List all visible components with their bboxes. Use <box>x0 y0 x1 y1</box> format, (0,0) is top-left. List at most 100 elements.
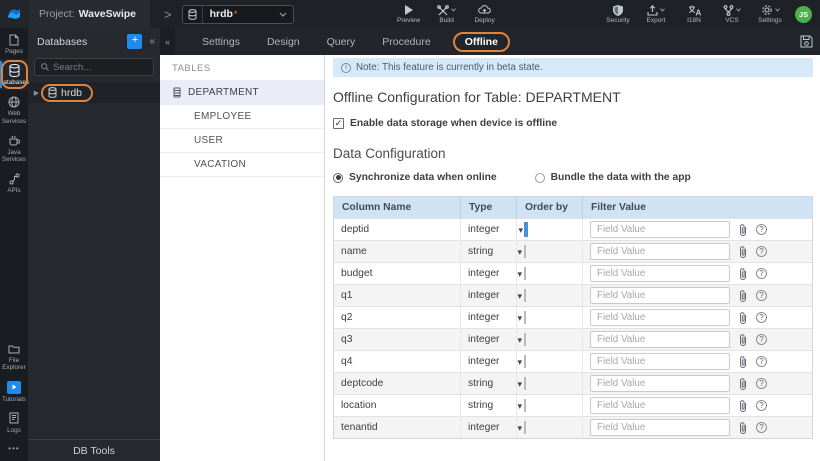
help-icon[interactable]: ? <box>756 312 767 323</box>
tab-query[interactable]: Query <box>327 36 356 48</box>
chevron-down-icon: ▾ <box>517 401 522 411</box>
bind-property-icon[interactable] <box>738 311 748 324</box>
bind-property-icon[interactable] <box>738 289 748 302</box>
column-type-cell: integer <box>460 328 517 351</box>
order-by-select[interactable]: ▾ <box>518 222 528 237</box>
tab-bar: « Settings Design Query Procedure Offlin… <box>160 28 820 55</box>
database-selector-dropdown[interactable]: hrdb * <box>181 4 294 24</box>
hrdb-annotation-highlight: hrdb <box>41 83 94 102</box>
order-by-select[interactable]: ▾ <box>517 245 526 258</box>
sidebar-item-apis[interactable]: APIs <box>0 167 28 198</box>
order-by-select[interactable]: ▾ <box>517 267 526 280</box>
order-by-select[interactable]: ▾ <box>517 311 526 324</box>
filter-value-input[interactable] <box>590 309 730 326</box>
sidebar-more-button[interactable]: ••• <box>0 438 28 461</box>
table-name: EMPLOYEE <box>194 111 252 122</box>
filter-value-input[interactable] <box>590 397 730 414</box>
branch-icon <box>723 4 734 16</box>
sidebar-item-web-services[interactable]: Web Services <box>0 90 28 128</box>
save-button[interactable] <box>800 35 813 48</box>
collapse-tables-panel-icon[interactable]: « <box>160 28 175 55</box>
radio-option-synchronize[interactable]: Synchronize data when online <box>333 172 497 183</box>
build-button[interactable]: Build <box>432 4 462 24</box>
collapse-panel-icon[interactable]: « <box>149 36 155 47</box>
chevron-down-icon: ▾ <box>517 313 522 323</box>
order-by-select[interactable]: ▾ <box>517 289 526 302</box>
topbar-left-actions: Preview Build Deploy <box>390 4 504 24</box>
column-name-cell: q2 <box>333 306 461 329</box>
help-icon[interactable]: ? <box>756 268 767 279</box>
beta-note-banner: i Note: This feature is currently in bet… <box>333 58 813 77</box>
help-icon[interactable]: ? <box>756 224 767 235</box>
bind-property-icon[interactable] <box>738 267 748 280</box>
help-icon[interactable]: ? <box>756 334 767 345</box>
i18n-button[interactable]: A I18N <box>679 4 709 24</box>
sidebar-item-pages[interactable]: Pages <box>0 28 28 59</box>
filter-value-input[interactable] <box>590 243 730 260</box>
sidebar-item-file-explorer[interactable]: File Explorer <box>0 337 28 375</box>
filter-value-input[interactable] <box>590 265 730 282</box>
deploy-button[interactable]: Deploy <box>470 4 500 24</box>
bind-property-icon[interactable] <box>738 245 748 258</box>
user-avatar[interactable]: JS <box>795 5 812 23</box>
order-by-select[interactable]: ▾ <box>517 355 526 368</box>
sidebar-item-tutorials[interactable]: Tutorials <box>0 376 28 407</box>
security-button[interactable]: Security <box>603 4 633 24</box>
sidebar-item-logs[interactable]: Logs <box>0 407 28 438</box>
enable-offline-checkbox[interactable]: ✓ <box>333 118 344 129</box>
filter-value-input[interactable] <box>590 331 730 348</box>
globe-icon <box>8 95 20 108</box>
help-icon[interactable]: ? <box>756 356 767 367</box>
databases-panel-title: Databases <box>37 35 88 48</box>
vcs-button[interactable]: VCS <box>717 4 747 24</box>
filter-value-input[interactable] <box>590 419 730 436</box>
order-by-select[interactable]: ▾ <box>517 421 526 434</box>
build-tools-icon <box>437 4 449 15</box>
bind-property-icon[interactable] <box>738 223 748 236</box>
cloud-upload-icon <box>478 4 491 16</box>
filter-value-input[interactable] <box>590 353 730 370</box>
help-icon[interactable]: ? <box>756 290 767 301</box>
radio-option-bundle[interactable]: Bundle the data with the app <box>534 172 691 183</box>
bind-property-icon[interactable] <box>738 421 748 434</box>
bind-property-icon[interactable] <box>738 377 748 390</box>
order-by-select[interactable]: ▾ <box>517 377 526 390</box>
tab-offline[interactable]: Offline <box>452 31 510 52</box>
order-by-select[interactable]: ▾ <box>517 399 526 412</box>
table-icon <box>173 87 181 98</box>
table-row: budget integer ▾ Field Value ? <box>333 262 813 285</box>
bind-property-icon[interactable] <box>738 355 748 368</box>
preview-button[interactable]: Preview <box>394 4 424 24</box>
add-database-button[interactable]: + <box>127 34 143 49</box>
bind-property-icon[interactable] <box>738 333 748 346</box>
filter-value-input[interactable] <box>590 221 730 238</box>
settings-button[interactable]: Settings <box>755 4 785 24</box>
sidebar-item-java-services[interactable]: Java Services <box>0 129 28 167</box>
table-item-vacation[interactable]: VACATION <box>160 153 324 177</box>
coffee-cup-icon <box>8 134 20 147</box>
order-by-select[interactable]: ▾ <box>517 333 526 346</box>
database-tree-item-hrdb[interactable]: ▶ hrdb <box>28 82 160 103</box>
search-input[interactable] <box>53 61 143 73</box>
tab-procedure[interactable]: Procedure <box>382 36 430 48</box>
filter-value-input[interactable] <box>590 287 730 304</box>
help-icon[interactable]: ? <box>756 422 767 433</box>
export-button[interactable]: Export <box>641 4 671 24</box>
table-name: VACATION <box>194 159 247 170</box>
logo-icon <box>8 9 20 19</box>
tab-settings[interactable]: Settings <box>202 36 240 48</box>
sidebar-item-databases[interactable]: Databases <box>0 59 29 91</box>
tab-design[interactable]: Design <box>267 36 300 48</box>
table-item-user[interactable]: USER <box>160 129 324 153</box>
table-item-department[interactable]: DEPARTMENT <box>160 81 324 105</box>
db-tools-button[interactable]: DB Tools <box>28 439 160 461</box>
bind-property-icon[interactable] <box>738 399 748 412</box>
help-icon[interactable]: ? <box>756 378 767 389</box>
help-icon[interactable]: ? <box>756 400 767 411</box>
wavemaker-logo[interactable] <box>0 0 28 28</box>
table-row: deptcode string ▾ Field Value ? <box>333 372 813 395</box>
expand-caret-icon[interactable]: ▶ <box>32 89 41 97</box>
table-item-employee[interactable]: EMPLOYEE <box>160 105 324 129</box>
help-icon[interactable]: ? <box>756 246 767 257</box>
filter-value-input[interactable] <box>590 375 730 392</box>
